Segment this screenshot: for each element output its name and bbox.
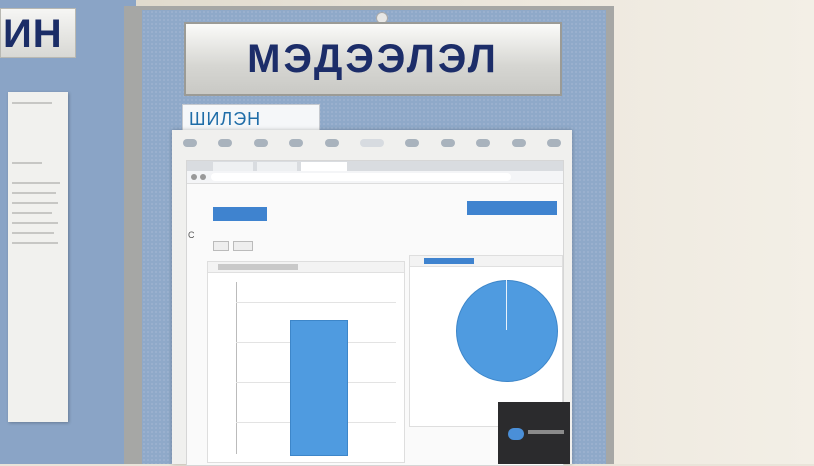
pie-chart-slice [456,280,558,382]
bar-chart-panel-header [208,262,404,273]
browser-tab [257,162,297,171]
forward-icon [200,174,206,180]
filter-control [233,241,253,251]
left-posted-paper [8,92,68,422]
board-title: МЭДЭЭЛЭЛ [247,36,499,81]
browser-url-bar [187,171,563,184]
cloud-icon [508,428,524,440]
browser-tab-strip [187,161,563,171]
notification-text-line [528,430,564,434]
back-icon [191,174,197,180]
bar-chart-bar [290,320,348,456]
binder-holes [172,136,572,150]
browser-tab-active [301,162,347,171]
filter-control [213,241,229,251]
page-edge-glyph: С [188,230,195,240]
board-title-plate: МЭДЭЭЛЭЛ [184,22,562,96]
pie-chart-title-highlight [424,258,474,264]
pie-slice-divider [506,280,507,330]
page-heading-highlight [213,207,267,221]
page-heading-right-highlight [467,201,557,215]
left-board-plate: ИН [0,8,76,58]
notification-popup [498,402,570,464]
left-plate-text: ИН [3,12,63,56]
pie-chart-panel-header [410,256,562,267]
browser-tab [213,162,253,171]
bar-chart-panel [207,261,405,463]
y-axis [236,282,237,454]
address-field [211,173,511,181]
